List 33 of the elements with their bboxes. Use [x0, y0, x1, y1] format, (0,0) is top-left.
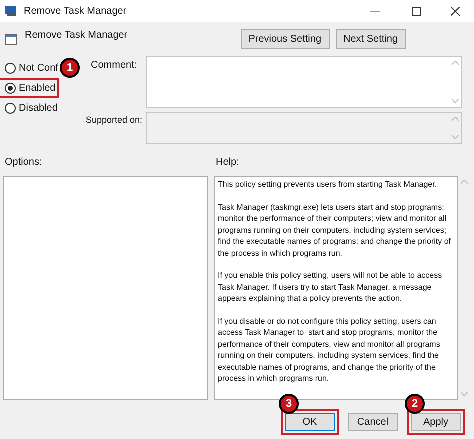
dialog-button[interactable]: OK — [285, 413, 335, 431]
radio-button[interactable] — [5, 62, 16, 74]
window-title: Remove Task Manager — [24, 4, 127, 18]
radio-button[interactable] — [5, 82, 16, 94]
help-paragraph: Task Manager (taskmgr.exe) lets users start and stop programs; monitor the performance of their computers; view and monitor all programs running on their computers, including system services; find the executable names of programs; and change the priority of the process in which programs run. — [218, 202, 452, 259]
step-number-badge: 1 — [60, 58, 80, 78]
policy-icon — [5, 34, 17, 44]
comment-field[interactable] — [146, 56, 462, 108]
help-label: Help: — [215, 156, 240, 170]
help-paragraph: If you enable this policy setting, users will not be able to access Task Manager. If users try to start Task Manager, a message appears explaining that a policy prevents the action. — [218, 270, 444, 304]
scroll-down-icon[interactable] — [452, 135, 458, 139]
options-label: Options: — [4, 156, 44, 170]
setting-nav-button[interactable]: Previous Setting — [240, 29, 330, 49]
supported-on-label: Supported on: — [85, 114, 144, 127]
policy-name: Remove Task Manager — [25, 29, 128, 43]
comment-label: Comment: — [90, 59, 138, 73]
scroll-up-icon[interactable] — [460, 180, 468, 184]
radio-option[interactable]: Not Conf — [0, 60, 57, 76]
radio-button[interactable] — [5, 102, 16, 114]
radio-option[interactable]: Disabled — [0, 100, 57, 116]
scroll-down-icon[interactable] — [460, 392, 468, 396]
close-icon[interactable] — [451, 6, 460, 16]
scroll-down-icon[interactable] — [452, 99, 458, 103]
dialog-button[interactable]: Cancel — [348, 413, 398, 431]
setting-nav-button[interactable]: Next Setting — [336, 29, 406, 49]
dialog-button[interactable]: Apply — [411, 413, 461, 431]
scroll-up-icon[interactable] — [452, 117, 458, 121]
help-paragraph: If you disable or do not configure this policy setting, users can access Task Manager to start and stop programs, monitor the performance of their computers, view and monitor all programs running on their computers, including system services, find the executable names of programs, and change the priority of the process in which programs run. — [218, 316, 442, 384]
maximize-icon[interactable] — [412, 6, 421, 16]
minimize-icon[interactable] — [370, 10, 380, 12]
app-icon — [5, 5, 18, 17]
scroll-up-icon[interactable] — [452, 61, 458, 65]
help-paragraph: This policy setting prevents users from starting Task Manager. — [218, 179, 438, 190]
